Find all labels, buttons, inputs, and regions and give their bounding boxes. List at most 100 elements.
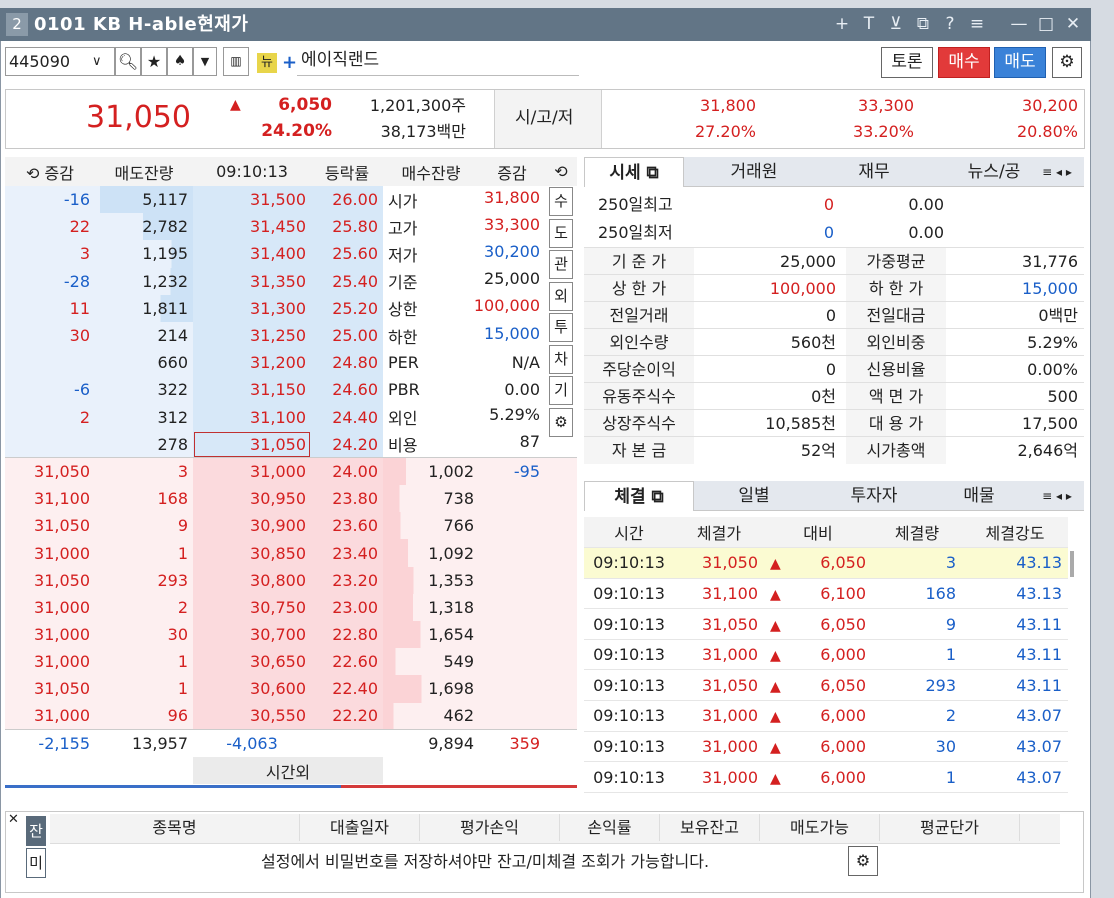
tab-supply[interactable]: 매물 xyxy=(934,481,1024,511)
tab-scroll-icon[interactable]: ≡ ◂ ▸ xyxy=(1032,481,1082,511)
minimize-icon[interactable]: — xyxy=(1008,8,1030,41)
buy-button[interactable]: 매수 xyxy=(938,47,990,78)
bid-row[interactable]: 31,050 3 31,000 24.00 1,002 -95 xyxy=(5,457,577,486)
side-button[interactable]: 외 xyxy=(549,281,573,311)
trade-qty: 1 xyxy=(872,639,962,671)
ask-row[interactable]: 3 1,195 31,400 25.60 저가 30,200 xyxy=(5,240,577,268)
ask-row[interactable]: 11 1,811 31,300 25.20 상한 100,000 xyxy=(5,294,577,322)
info-value: 31,800 xyxy=(484,187,540,207)
split-bar-red xyxy=(341,785,577,788)
trade-price: 31,000 xyxy=(5,702,95,730)
sell-button[interactable]: 매도 xyxy=(994,47,1046,78)
trade-power: 43.07 xyxy=(962,700,1068,732)
trade-row[interactable]: 09:10:13 31,000 ▲ 6,000 1 43.07 xyxy=(584,761,1068,793)
chevron-down-icon[interactable]: ∨ xyxy=(92,48,102,75)
ask-row[interactable]: 22 2,782 31,450 25.80 고가 33,300 xyxy=(5,213,577,241)
ask-price: 31,350 xyxy=(193,267,311,295)
close-icon[interactable]: ✕ xyxy=(1062,8,1084,41)
tab-trades[interactable]: 체결 ⧉ xyxy=(584,481,694,511)
side-button[interactable]: ⚙ xyxy=(549,407,573,437)
total-bid-qty: 9,894 xyxy=(428,734,474,754)
bid-row[interactable]: 31,000 2 30,750 23.00 1,318 xyxy=(5,593,577,621)
close-icon[interactable]: ✕ xyxy=(8,812,19,827)
market-value: 17,500 xyxy=(1022,414,1078,433)
stock-name-field[interactable]: 에이직랜드 xyxy=(297,47,579,76)
tab-market[interactable]: 시세 ⧉ xyxy=(584,157,684,187)
scrollbar[interactable] xyxy=(1070,551,1074,577)
trade-time: 09:10:13 xyxy=(584,547,674,579)
search-icon[interactable]: 🔍︎ xyxy=(115,47,141,76)
discuss-button[interactable]: 토론 xyxy=(881,47,933,78)
tab-unfilled[interactable]: 미 xyxy=(26,848,46,878)
ask-row[interactable]: 30 214 31,250 25.00 하한 15,000 xyxy=(5,321,577,350)
plus-icon[interactable]: + xyxy=(282,52,297,73)
maximize-icon[interactable]: □ xyxy=(1035,8,1057,41)
add-icon[interactable]: + xyxy=(831,8,853,41)
pin-icon[interactable]: ⊻ xyxy=(885,8,907,41)
market-label: 대 용 가 xyxy=(846,410,946,437)
bid-row[interactable]: 31,050 1 30,600 22.40 1,698 xyxy=(5,675,577,703)
ask-row[interactable]: 660 31,200 24.80 PER N/A xyxy=(5,349,577,377)
bid-price: 30,950 xyxy=(193,485,311,513)
settings-icon[interactable]: ⚙ xyxy=(848,846,878,876)
bid-row[interactable]: 31,050 9 30,900 23.60 766 xyxy=(5,512,577,540)
trade-time: 09:10:13 xyxy=(584,731,674,763)
ask-row[interactable]: 278 31,050 24.20 비용 87 xyxy=(5,430,577,458)
settings-icon[interactable]: ⚙ xyxy=(1052,47,1082,78)
trade-row[interactable]: 09:10:13 31,100 ▲ 6,100 168 43.13 xyxy=(584,578,1068,610)
bid-row[interactable]: 31,000 1 30,650 22.60 549 xyxy=(5,648,577,676)
bid-row[interactable]: 31,000 1 30,850 23.40 1,092 xyxy=(5,539,577,567)
trade-qty: 1 xyxy=(872,761,962,793)
side-button[interactable]: 도 xyxy=(549,218,573,248)
ohl-toggle[interactable]: 시/고/저 xyxy=(494,90,602,148)
help-icon[interactable]: ? xyxy=(939,8,961,41)
refresh-icon[interactable]: ⟲ xyxy=(26,164,45,183)
trade-row[interactable]: 09:10:13 31,000 ▲ 6,000 2 43.07 xyxy=(584,700,1068,732)
up-icon[interactable]: ♠ xyxy=(167,47,193,76)
star-icon[interactable]: ★ xyxy=(141,47,167,76)
low-price: 30,200 xyxy=(1022,96,1078,115)
tab-news[interactable]: 뉴스/공 xyxy=(954,157,1034,187)
bid-row[interactable]: 31,000 30 30,700 22.80 1,654 xyxy=(5,621,577,649)
tab-broker[interactable]: 거래원 xyxy=(694,157,814,187)
tab-daily[interactable]: 일별 xyxy=(704,481,804,511)
bid-row[interactable]: 31,000 96 30,550 22.20 462 xyxy=(5,702,577,730)
side-button[interactable]: 투 xyxy=(549,313,573,342)
bid-row[interactable]: 31,100 168 30,950 23.80 738 xyxy=(5,485,577,513)
high-250-value: 0 xyxy=(823,195,834,214)
info-value: 87 xyxy=(519,432,540,452)
tab-balance[interactable]: 잔 xyxy=(26,816,46,846)
text-icon[interactable]: T xyxy=(858,8,880,41)
menu-icon[interactable]: ≡ xyxy=(966,8,988,41)
side-button[interactable]: 수 xyxy=(549,187,573,216)
side-button[interactable]: 차 xyxy=(549,344,573,374)
ask-price: 31,150 xyxy=(193,376,311,404)
stock-code-combo[interactable]: 445090 ∨ xyxy=(5,47,115,76)
info-cell: 상한 100,000 xyxy=(383,295,545,322)
tab-investor[interactable]: 투자자 xyxy=(824,481,924,511)
trade-row[interactable]: 09:10:13 31,050 ▲ 6,050 3 43.13 xyxy=(584,547,1068,579)
dropdown-icon[interactable]: ▼ xyxy=(193,47,217,76)
tab-finance[interactable]: 재무 xyxy=(824,157,924,187)
info-cell: PER N/A xyxy=(383,349,545,376)
ask-row[interactable]: -28 1,232 31,350 25.40 기준 25,000 xyxy=(5,267,577,295)
after-hours-button[interactable]: 시간외 xyxy=(193,756,383,785)
side-button[interactable]: 기 xyxy=(549,376,573,405)
trade-row[interactable]: 09:10:13 31,000 ▲ 6,000 1 43.11 xyxy=(584,639,1068,671)
trade-row[interactable]: 09:10:13 31,000 ▲ 6,000 30 43.07 xyxy=(584,731,1068,763)
ask-row[interactable]: -6 322 31,150 24.60 PBR 0.00 xyxy=(5,376,577,404)
refresh-icon[interactable]: ⟲ xyxy=(545,157,577,186)
col-trade-diff: 대비 xyxy=(764,517,872,549)
side-button[interactable]: 관 xyxy=(549,250,573,279)
market-label: 신용비율 xyxy=(846,356,946,383)
trade-price: 31,000 xyxy=(5,621,95,649)
tab-scroll-icon[interactable]: ≡ ◂ ▸ xyxy=(1032,157,1082,187)
trade-row[interactable]: 09:10:13 31,050 ▲ 6,050 9 43.11 xyxy=(584,608,1068,640)
stock-code-input[interactable]: 445090 xyxy=(9,48,70,75)
ask-row[interactable]: -16 5,117 31,500 26.00 시가 31,800 xyxy=(5,186,577,214)
trade-row[interactable]: 09:10:13 31,050 ▲ 6,050 293 43.11 xyxy=(584,669,1068,702)
ask-row[interactable]: 2 312 31,100 24.40 외인 5.29% xyxy=(5,403,577,431)
window-icon[interactable]: ⧉ xyxy=(912,8,934,41)
bid-row[interactable]: 31,050 293 30,800 23.20 1,353 xyxy=(5,566,577,594)
grid-icon[interactable]: ▥ xyxy=(223,47,249,76)
